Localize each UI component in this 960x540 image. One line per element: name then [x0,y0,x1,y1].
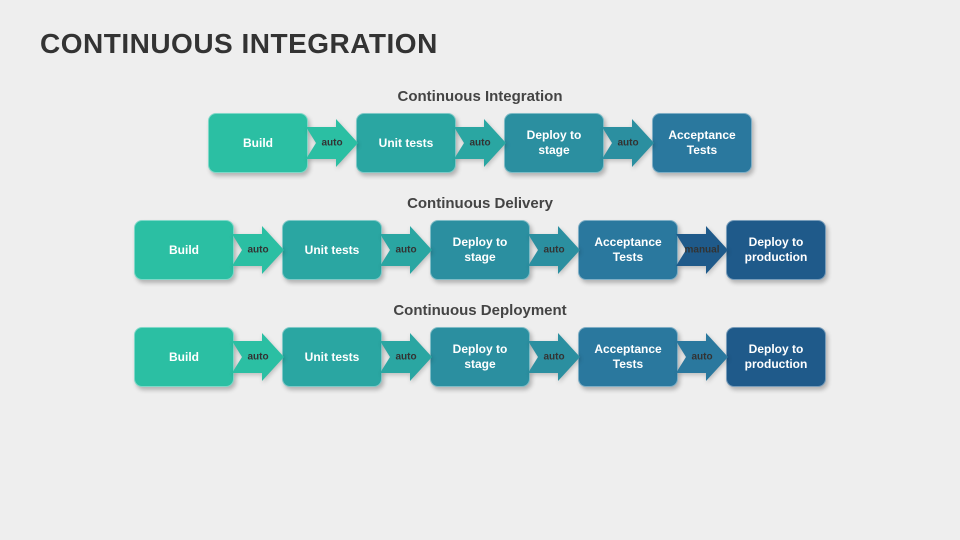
flow-arrow: auto [454,119,506,167]
flow-section: Continuous Delivery Build auto Unit tests … [134,195,826,280]
flow-row: Build auto Unit tests auto Deploy to stage… [208,113,752,173]
flow-arrow: auto [306,119,358,167]
flow-title: Continuous Integration [398,88,563,105]
flow-arrow: auto [602,119,654,167]
flow-step: Acceptance Tests [652,113,752,173]
slide-title: CONTINUOUS INTEGRATION [40,28,920,60]
flow-title: Continuous Delivery [407,195,553,212]
flow-arrow: auto [528,226,580,274]
flow-arrow: manual [676,226,728,274]
arrow-label: auto [617,138,638,149]
flow-step: Unit tests [282,220,382,280]
arrow-label: auto [395,352,416,363]
arrow-label: manual [684,245,719,256]
flow-row: Build auto Unit tests auto Deploy to stage… [134,327,826,387]
arrow-label: auto [543,245,564,256]
flow-step: Deploy to production [726,327,826,387]
flow-section: Continuous Integration Build auto Unit tes… [208,88,752,173]
flow-arrow: auto [232,226,284,274]
flow-title: Continuous Deployment [393,302,566,319]
arrow-label: auto [247,352,268,363]
arrow-label: auto [247,245,268,256]
flow-arrow: auto [232,333,284,381]
flow-row: Build auto Unit tests auto Deploy to stage… [134,220,826,280]
arrow-label: auto [543,352,564,363]
flow-step: Build [208,113,308,173]
flow-step: Acceptance Tests [578,327,678,387]
flow-arrow: auto [380,333,432,381]
flow-step: Deploy to production [726,220,826,280]
flow-step: Acceptance Tests [578,220,678,280]
flow-step: Build [134,220,234,280]
flow-step: Build [134,327,234,387]
flow-step: Deploy to stage [430,220,530,280]
slide: CONTINUOUS INTEGRATION Continuous Integr… [0,0,960,540]
flow-step: Unit tests [282,327,382,387]
arrow-label: auto [395,245,416,256]
arrow-label: auto [469,138,490,149]
flow-arrow: auto [380,226,432,274]
flow-section: Continuous Deployment Build auto Unit test… [134,302,826,387]
flow-step: Deploy to stage [430,327,530,387]
flow-step: Unit tests [356,113,456,173]
flow-arrow: auto [528,333,580,381]
flow-step: Deploy to stage [504,113,604,173]
flows-container: Continuous Integration Build auto Unit tes… [40,88,920,387]
arrow-label: auto [321,138,342,149]
arrow-label: auto [691,352,712,363]
flow-arrow: auto [676,333,728,381]
